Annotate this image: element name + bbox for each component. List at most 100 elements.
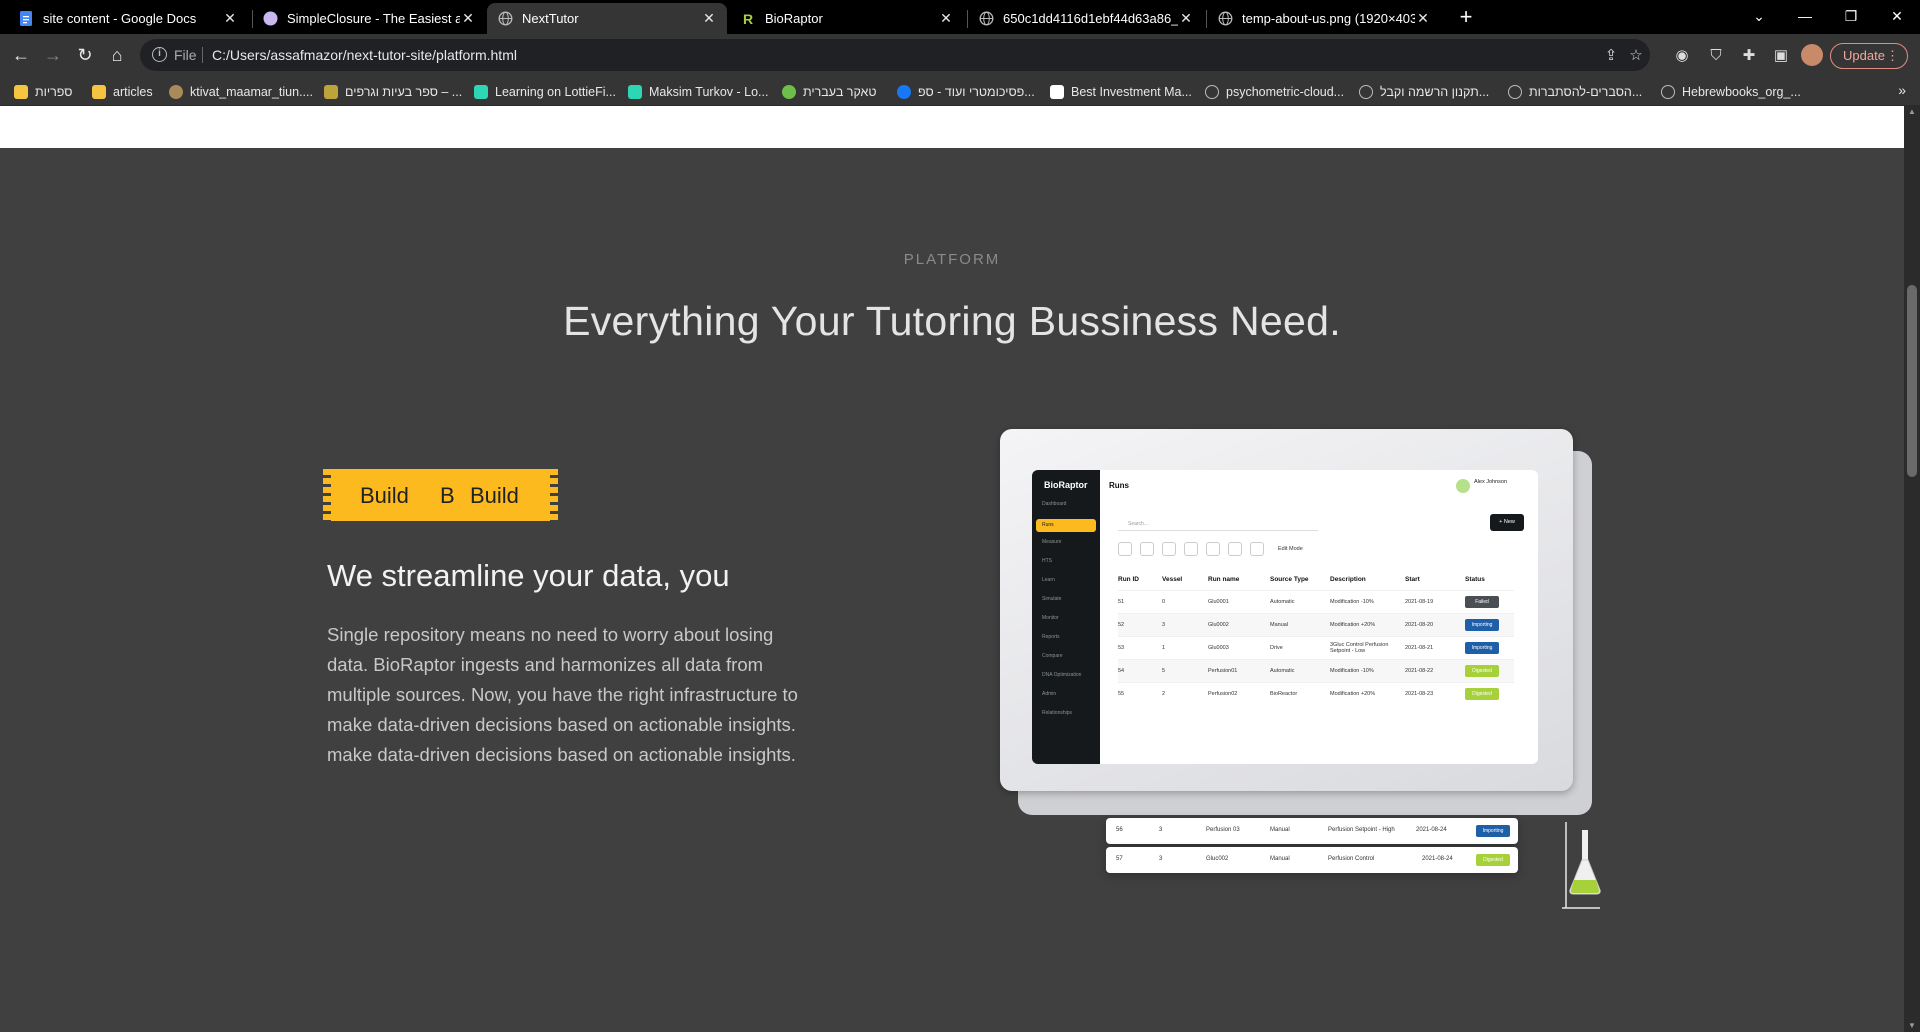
lab-flask-icon <box>1562 822 1601 909</box>
bookmark-item[interactable]: ספר בעיות וגרפים – ... <box>324 83 462 101</box>
floating-row: 56 3 Perfusion 03 Manual Perfusion Setpo… <box>1106 818 1518 844</box>
tag-word: B <box>440 483 455 508</box>
bookmark-item[interactable]: ktivat_maamar_tiun.... <box>169 83 313 101</box>
globe-icon <box>1217 11 1233 27</box>
bookmark-item[interactable]: פסיכומטרי ועוד - ספ... <box>897 83 1035 101</box>
bookmark-item[interactable]: Learning on LottieFi... <box>474 83 616 101</box>
mockup-nav-item: Learn <box>1042 577 1055 583</box>
side-panel-icon[interactable]: ▣ <box>1770 45 1792 67</box>
tab-bioraptor[interactable]: R BioRaptor ✕ <box>730 3 964 34</box>
globe-icon <box>1359 85 1373 99</box>
table-row: 52 3 Glu0002 Manual Modification +20% 20… <box>1118 612 1514 636</box>
update-button[interactable]: Update ⋮ <box>1830 43 1908 69</box>
globe-icon <box>1508 85 1522 99</box>
table-cell: 2021-08-22 <box>1405 658 1465 682</box>
status-cell: Digested <box>1465 681 1514 705</box>
previous-section <box>0 106 1904 148</box>
forward-button[interactable]: → <box>39 41 67 69</box>
address-bar[interactable]: i File C:/Users/assafmazor/next-tutor-si… <box>140 39 1650 71</box>
bookmark-item[interactable]: Best Investment Ma... <box>1050 83 1192 101</box>
avatar <box>1456 479 1470 493</box>
table-cell: 3 <box>1159 856 1163 862</box>
bookmark-item[interactable]: טאקר בעברית <box>782 83 877 101</box>
mockup-nav-item: Simulate <box>1042 596 1062 602</box>
bookmark-item[interactable]: תקנון הרשמה וקבל... <box>1359 83 1489 101</box>
globe-icon <box>1661 85 1675 99</box>
tab-title: SimpleClosure - The Easiest and <box>287 11 460 26</box>
star-icon[interactable]: ☆ <box>1626 46 1646 66</box>
new-tab-button[interactable]: + <box>1452 4 1480 32</box>
bookmark-item[interactable]: Hebrewbooks_org_... <box>1661 83 1801 101</box>
minimize-button[interactable]: — <box>1782 0 1828 34</box>
close-icon[interactable]: ✕ <box>1178 10 1194 27</box>
extension-icon[interactable]: ◉ <box>1671 45 1693 67</box>
close-icon[interactable]: ✕ <box>222 10 238 27</box>
chevron-right-icon[interactable]: » <box>1898 82 1906 98</box>
bookmark-item[interactable]: Maksim Turkov - Lo... <box>628 83 768 101</box>
status-cell: Digested <box>1465 658 1514 682</box>
bookmark-folder[interactable]: ספריות <box>14 83 73 101</box>
close-icon[interactable]: ✕ <box>460 10 476 27</box>
url-text[interactable]: C:/Users/assafmazor/next-tutor-site/plat… <box>212 47 517 63</box>
shield-icon[interactable]: ⛉ <box>1705 45 1727 67</box>
status-cell: Importing <box>1465 635 1514 659</box>
mockup-tool-icon <box>1140 542 1154 556</box>
tab-title: 650c1dd4116d1ebf44d63a86_w <box>1003 11 1178 26</box>
floating-row: 57 3 Gluc002 Manual Perfusion Control 20… <box>1106 847 1518 873</box>
table-cell: Drive <box>1270 635 1330 659</box>
bookmark-folder[interactable]: articles <box>92 83 153 101</box>
scroll-up-icon[interactable]: ▲ <box>1904 106 1920 118</box>
update-label: Update <box>1843 48 1885 63</box>
bookmarks-bar: ספריות articles ktivat_maamar_tiun.... ס… <box>0 76 1920 106</box>
scrollbar-thumb[interactable] <box>1907 285 1917 477</box>
lottie-icon <box>628 85 642 99</box>
table-cell: 2021-08-19 <box>1405 589 1465 613</box>
info-icon[interactable]: i <box>152 47 167 62</box>
feature-line: multiple sources. Now, you have the righ… <box>327 684 798 705</box>
table-cell: 3Gluc Control Perfusion Setpoint - Low <box>1330 635 1405 659</box>
tab-simpleclosure[interactable]: SimpleClosure - The Easiest and ✕ <box>252 3 486 34</box>
profile-avatar[interactable] <box>1801 44 1823 66</box>
bookmark-item[interactable]: psychometric-cloud... <box>1205 83 1344 101</box>
puzzle-icon[interactable]: ✚ <box>1738 45 1760 67</box>
table-cell: 52 <box>1118 612 1162 636</box>
bookmark-item[interactable]: הסברים-להסתברות... <box>1508 83 1642 101</box>
mockup-tool-icon <box>1206 542 1220 556</box>
reload-button[interactable]: ↻ <box>71 41 99 69</box>
tag-word: Build <box>470 483 519 508</box>
tab-google-docs[interactable]: site content - Google Docs ✕ <box>8 3 248 34</box>
home-button[interactable]: ⌂ <box>103 41 131 69</box>
build-tag: Build B Build <box>323 469 558 521</box>
mockup-nav-item: Runs <box>1042 522 1054 528</box>
tab-search-icon[interactable]: ⌄ <box>1736 0 1782 34</box>
share-icon[interactable]: ⇪ <box>1601 46 1621 66</box>
close-window-button[interactable]: ✕ <box>1874 0 1920 34</box>
globe-icon <box>1205 85 1219 99</box>
table-header-row: Run ID Vessel Run name Source Type Descr… <box>1118 570 1514 590</box>
mockup-main: Runs Alex Johnson Search... + New Edit M… <box>1100 470 1538 764</box>
mockup-user: Alex Johnson <box>1456 476 1528 496</box>
close-icon[interactable]: ✕ <box>701 10 717 27</box>
status-badge: Importing <box>1465 641 1499 654</box>
table-cell: 2021-08-20 <box>1405 612 1465 636</box>
tab-image-w[interactable]: 650c1dd4116d1ebf44d63a86_w ✕ <box>968 3 1204 34</box>
tab-temp-about-us[interactable]: temp-about-us.png (1920×4032 ✕ <box>1207 3 1441 34</box>
table-row: 53 1 Glu0003 Drive 3Gluc Control Perfusi… <box>1118 635 1514 659</box>
feature-body: Single repository means no need to worry… <box>327 620 847 770</box>
table-cell: Perfusion02 <box>1208 681 1270 705</box>
back-button[interactable]: ← <box>7 41 35 69</box>
column-header: Run name <box>1208 576 1240 584</box>
mockup-nav-item: HTS <box>1042 558 1052 564</box>
close-icon[interactable]: ✕ <box>938 10 954 27</box>
restore-button[interactable]: ❐ <box>1828 0 1874 34</box>
tab-nexttutor[interactable]: NextTutor ✕ <box>487 3 727 34</box>
status-badge: Failed <box>1465 595 1499 608</box>
page-scrollbar[interactable]: ▲ ▼ <box>1904 106 1920 1032</box>
mockup-tool-icon <box>1250 542 1264 556</box>
scroll-down-icon[interactable]: ▼ <box>1904 1020 1920 1032</box>
table-cell: Manual <box>1270 856 1290 862</box>
close-icon[interactable]: ✕ <box>1415 10 1431 27</box>
bookmark-label: טאקר בעברית <box>803 85 877 99</box>
table-cell: Perfusion01 <box>1208 658 1270 682</box>
mockup-nav-item: Relationships <box>1042 710 1073 716</box>
